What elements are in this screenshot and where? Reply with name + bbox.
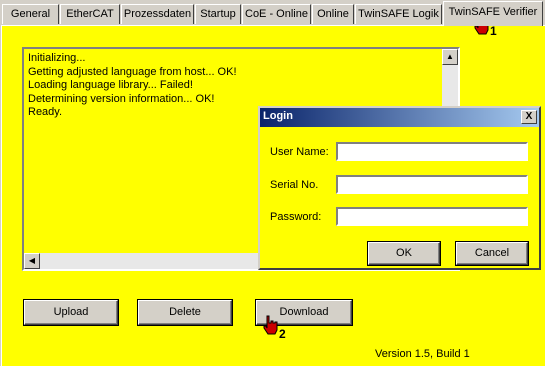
marker-number: 1 [490, 24, 497, 38]
username-label: User Name: [270, 146, 329, 158]
log-line: Ready. [28, 106, 63, 118]
scroll-left-icon[interactable]: ◀ [24, 253, 40, 269]
tab-ethercat[interactable]: EtherCAT [60, 4, 120, 24]
serial-label: Serial No. [270, 179, 319, 191]
tab-prozessdaten[interactable]: Prozessdaten [121, 4, 194, 24]
username-field[interactable] [336, 142, 528, 161]
ok-button[interactable]: OK [368, 242, 440, 265]
delete-button[interactable]: Delete [138, 300, 232, 325]
dialog-title: Login [263, 110, 293, 122]
log-line: Initializing... [28, 52, 86, 64]
log-line: Loading language library... Failed! [28, 79, 193, 91]
password-field[interactable] [336, 207, 528, 226]
pointing-hand-icon [262, 314, 280, 339]
serial-field[interactable] [336, 175, 528, 194]
tab-general[interactable]: General [2, 4, 59, 24]
marker-number: 2 [279, 327, 286, 341]
tab-coe-online[interactable]: CoE - Online [242, 4, 311, 24]
tab-online[interactable]: Online [312, 4, 354, 24]
tab-startup[interactable]: Startup [195, 4, 241, 24]
password-label: Password: [270, 211, 322, 223]
log-text: Initializing... Getting adjusted languag… [28, 52, 237, 120]
close-icon[interactable]: X [521, 110, 537, 124]
upload-button[interactable]: Upload [24, 300, 118, 325]
tab-strip: General EtherCAT Prozessdaten Startup Co… [0, 0, 545, 26]
log-line: Determining version information... OK! [28, 92, 215, 105]
log-line: Getting adjusted language from host... O… [28, 65, 237, 78]
dialog-titlebar[interactable]: Login X [260, 108, 539, 127]
login-dialog: Login X User Name: Serial No. Password: … [258, 106, 541, 270]
version-label: Version 1.5, Build 1 [375, 348, 470, 360]
tab-twinsafe-verifier[interactable]: TwinSAFE Verifier [443, 1, 543, 26]
cancel-button[interactable]: Cancel [456, 242, 528, 265]
tab-twinsafe-logik[interactable]: TwinSAFE Logik [355, 4, 442, 24]
scroll-up-icon[interactable]: ▲ [442, 49, 458, 65]
